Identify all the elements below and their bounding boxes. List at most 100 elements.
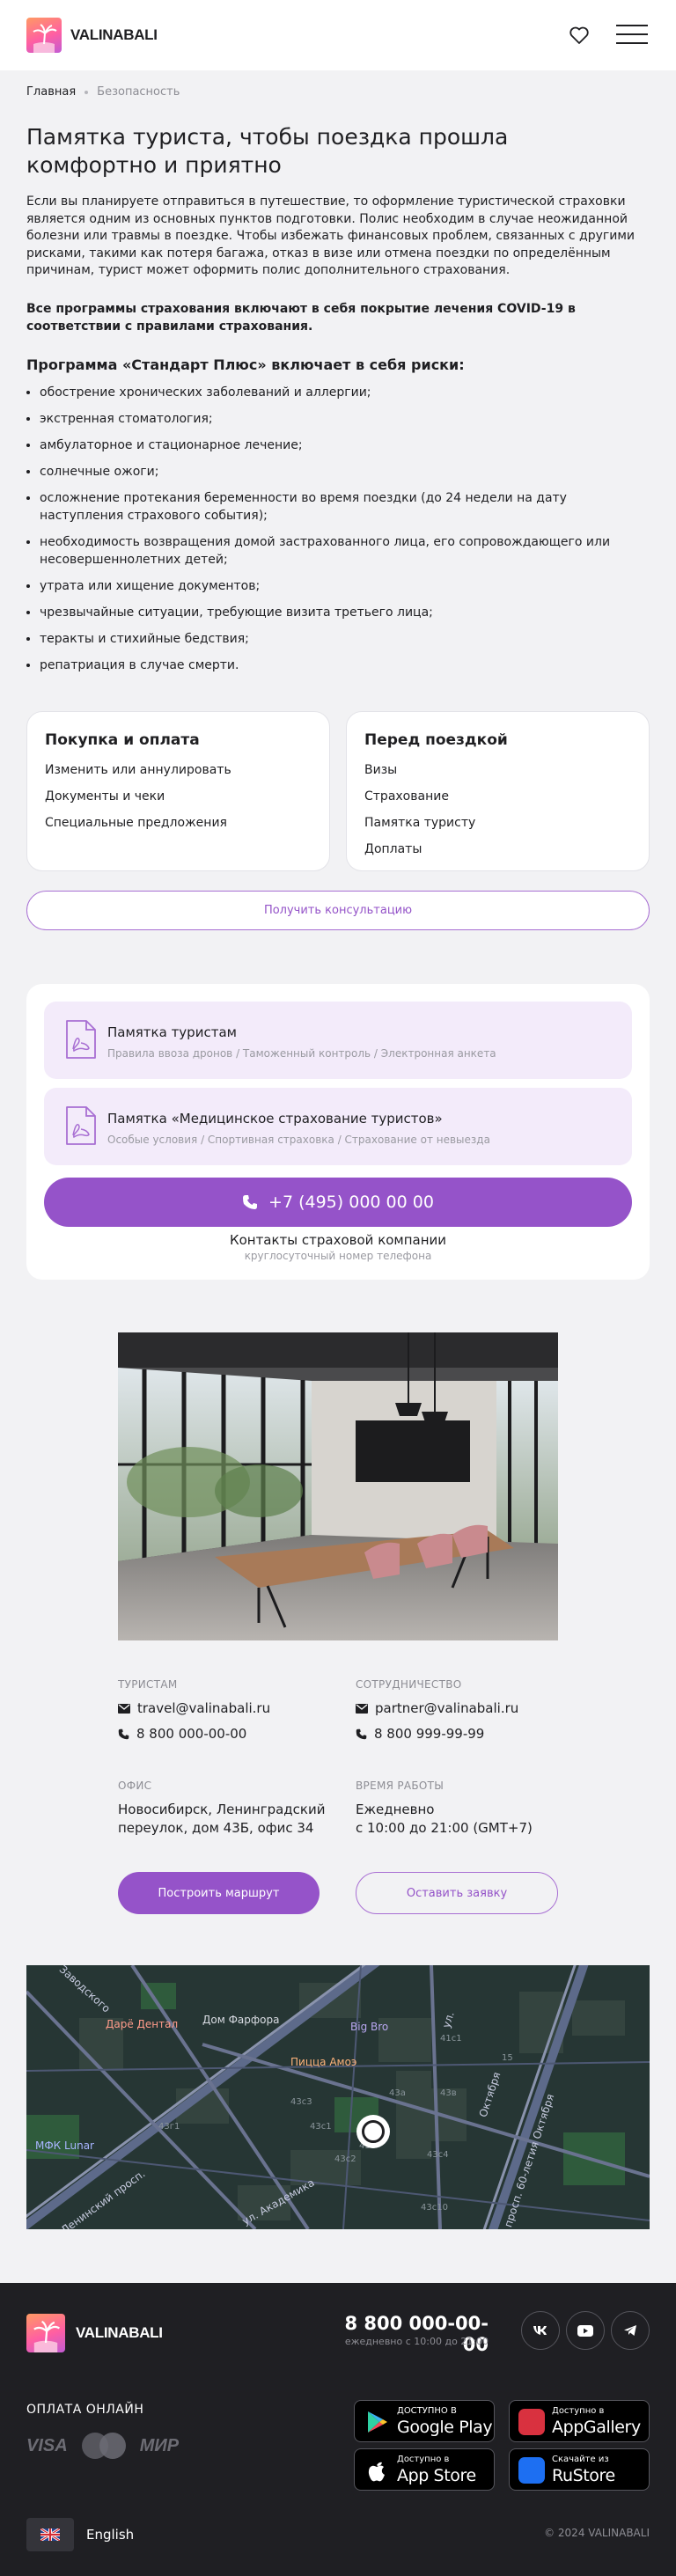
payment-title: ОПЛАТА ОНЛАЙН bbox=[26, 2403, 144, 2417]
card-link[interactable]: Изменить или аннулировать bbox=[45, 757, 312, 783]
palm-logo-icon bbox=[26, 18, 62, 53]
partners-phone-row[interactable]: 8 800 999-99-99 bbox=[356, 1726, 484, 1742]
insurance-contacts-sub: круглосуточный номер телефона bbox=[244, 1250, 432, 1262]
mail-icon bbox=[356, 1703, 368, 1714]
list-item: утрата или хищение документов; bbox=[26, 577, 643, 595]
rustore-icon bbox=[518, 2457, 545, 2484]
partners-email: partner@valinabali.ru bbox=[375, 1700, 519, 1716]
language-label: English bbox=[86, 2527, 135, 2543]
house-number: 41с1 bbox=[440, 2034, 462, 2044]
map-label: Big Bro bbox=[350, 2021, 389, 2033]
office-label: ОФИС bbox=[118, 1780, 152, 1792]
house-number: 43с10 bbox=[421, 2203, 448, 2213]
document-icon bbox=[66, 1020, 96, 1059]
phone-icon bbox=[243, 1195, 258, 1209]
card-title: Перед поездкой bbox=[364, 731, 508, 749]
memo-tourists[interactable]: Памятка туристам Правила ввоза дронов / … bbox=[44, 1002, 632, 1079]
logo-text: VALINABALI bbox=[70, 26, 158, 43]
page-title: Памятка туриста, чтобы поездка прошла ко… bbox=[26, 124, 509, 178]
map-label: Дом Фарфора bbox=[202, 2014, 280, 2026]
heart-icon[interactable] bbox=[568, 24, 591, 47]
list-item: необходимость возвращения домой застрахо… bbox=[26, 533, 643, 569]
card-link[interactable]: Памятка туристу bbox=[364, 810, 631, 836]
appgallery-icon bbox=[518, 2409, 545, 2435]
memo-medical[interactable]: Памятка «Медицинское страхование туристо… bbox=[44, 1088, 632, 1165]
purchase-card: Покупка и оплата Изменить или аннулирова… bbox=[26, 711, 330, 871]
menu-icon[interactable] bbox=[616, 25, 648, 44]
phone-icon bbox=[118, 1728, 129, 1739]
tourists-email: travel@valinabali.ru bbox=[137, 1700, 271, 1716]
list-item: репатриация в случае смерти. bbox=[26, 657, 643, 674]
map[interactable]: Дарё Дентал Дом Фарфора Big Bro Пицца Ам… bbox=[26, 1965, 650, 2229]
mastercard-logo-icon bbox=[81, 2433, 126, 2459]
apple-icon bbox=[368, 2462, 385, 2482]
store-name: App Store bbox=[397, 2466, 476, 2485]
location-pin-icon[interactable] bbox=[356, 2115, 390, 2148]
list-item: теракты и стихийные бедствия; bbox=[26, 630, 643, 648]
card-link[interactable]: Визы bbox=[364, 757, 631, 783]
uk-flag-icon bbox=[26, 2518, 74, 2551]
logo-text: VALINABALI bbox=[76, 2324, 163, 2341]
telegram-icon[interactable] bbox=[611, 2311, 650, 2350]
site-header: VALINABALI bbox=[0, 0, 676, 70]
apply-button[interactable]: Оставить заявку bbox=[356, 1872, 558, 1914]
payment-methods: VISA МИР bbox=[26, 2433, 179, 2459]
house-number: 43с3 bbox=[290, 2097, 312, 2107]
intro-paragraph: Если вы планируете отправиться в путешес… bbox=[26, 194, 635, 277]
store-small-text: Скачайте из bbox=[552, 2455, 609, 2464]
address-line: Новосибирск, Ленинградский bbox=[118, 1802, 326, 1817]
card-link[interactable]: Доплаты bbox=[364, 836, 631, 862]
list-item: экстренная стоматология; bbox=[26, 410, 643, 428]
covid-note: Все программы страхования включают в себ… bbox=[26, 302, 576, 334]
list-item: чрезвычайные ситуации, требующие визита … bbox=[26, 604, 643, 621]
house-number: 43с2 bbox=[334, 2154, 356, 2164]
app-store-button[interactable]: Доступно в App Store bbox=[354, 2448, 495, 2491]
breadcrumb-separator bbox=[84, 90, 89, 94]
footer-phone[interactable]: 8 800 000-00-00 bbox=[321, 2313, 489, 2355]
partners-label: СОТРУДНИЧЕСТВО bbox=[356, 1678, 462, 1691]
map-label: МФК Lunar bbox=[35, 2139, 94, 2152]
store-name: RuStore bbox=[552, 2466, 615, 2485]
tourists-email-row[interactable]: travel@valinabali.ru bbox=[118, 1700, 270, 1716]
card-link[interactable]: Страхование bbox=[364, 783, 631, 810]
card-link[interactable]: Документы и чеки bbox=[45, 783, 312, 810]
hours-line: с 10:00 до 21:00 (GMT+7) bbox=[356, 1820, 533, 1836]
address-line: переулок, дом 43Б, офис 34 bbox=[118, 1820, 314, 1836]
list-item: солнечные ожоги; bbox=[26, 463, 643, 481]
appgallery-button[interactable]: Доступно в AppGallery bbox=[509, 2400, 650, 2442]
mir-logo: МИР bbox=[139, 2435, 180, 2455]
list-item: осложнение протекания беременности во вр… bbox=[26, 489, 643, 525]
youtube-icon[interactable] bbox=[566, 2311, 605, 2350]
office-hours: Ежедневно с 10:00 до 21:00 (GMT+7) bbox=[356, 1801, 533, 1838]
breadcrumb-home[interactable]: Главная bbox=[26, 85, 76, 99]
tourists-phone: 8 800 000-00-00 bbox=[136, 1726, 247, 1742]
map-label: Пицца Амоэ bbox=[290, 2056, 357, 2068]
memo-title: Памятка туристам bbox=[107, 1024, 237, 1040]
memo-title: Памятка «Медицинское страхование туристо… bbox=[107, 1111, 443, 1127]
site-footer: VALINABALI 8 800 000-00-00 ежедневно с 1… bbox=[0, 2283, 676, 2576]
tourists-phone-row[interactable]: 8 800 000-00-00 bbox=[118, 1726, 246, 1742]
logo[interactable]: VALINABALI bbox=[26, 18, 158, 53]
footer-logo[interactable]: VALINABALI bbox=[26, 2314, 163, 2352]
program-title: Программа «Стандарт Плюс» включает в себ… bbox=[26, 356, 465, 373]
partners-email-row[interactable]: partner@valinabali.ru bbox=[356, 1700, 518, 1716]
vk-icon[interactable] bbox=[521, 2311, 560, 2350]
before-trip-card: Перед поездкой Визы Страхование Памятка … bbox=[346, 711, 650, 871]
house-number: 43г1 bbox=[158, 2122, 180, 2132]
google-play-button[interactable]: ДОСТУПНО В Google Play bbox=[354, 2400, 495, 2442]
house-number: 43с1 bbox=[310, 2122, 332, 2132]
consult-button[interactable]: Получить консультацию bbox=[26, 891, 650, 930]
footer-hours: ежедневно с 10:00 до 21:00 bbox=[344, 2336, 489, 2347]
mail-icon bbox=[118, 1703, 130, 1714]
insurance-phone-button[interactable]: +7 (495) 000 00 00 bbox=[44, 1178, 632, 1227]
map-label: Дарё Дентал bbox=[106, 2018, 179, 2030]
rustore-button[interactable]: Скачайте из RuStore bbox=[509, 2448, 650, 2491]
language-switcher[interactable]: English bbox=[26, 2518, 134, 2551]
route-button[interactable]: Построить маршрут bbox=[118, 1872, 320, 1914]
phone-icon bbox=[356, 1728, 367, 1739]
card-link[interactable]: Специальные предложения bbox=[45, 810, 312, 836]
partners-phone: 8 800 999-99-99 bbox=[374, 1726, 485, 1742]
office-address: Новосибирск, Ленинградский переулок, дом… bbox=[118, 1801, 325, 1838]
house-number: 15 bbox=[502, 2053, 513, 2063]
breadcrumb-current: Безопасность bbox=[97, 85, 180, 99]
